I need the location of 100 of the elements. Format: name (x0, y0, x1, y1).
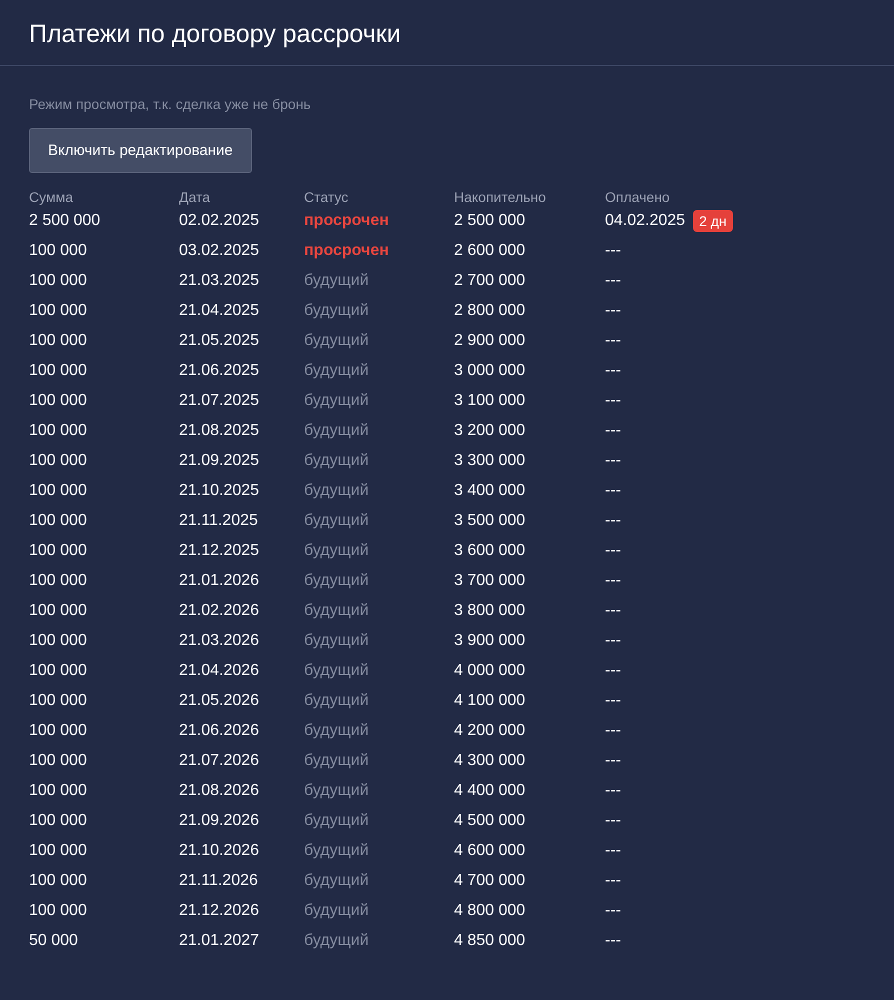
table-cell: --- (605, 362, 621, 380)
table-cell-text: 4 400 000 (454, 781, 526, 801)
table-cell-text: 21.11.2026 (179, 871, 258, 891)
table-cell: --- (605, 572, 621, 590)
status-cell-text: будущий (304, 511, 369, 531)
status-cell-text: будущий (304, 331, 369, 351)
table-cell-text: 100 000 (29, 331, 87, 351)
table-cell: --- (605, 242, 621, 260)
table-cell-text: 100 000 (29, 361, 87, 381)
table-cell-text: 100 000 (29, 631, 87, 651)
table-cell-text: 100 000 (29, 301, 87, 321)
table-cell-text: 21.12.2025 (179, 541, 260, 561)
table-cell-text: 3 400 000 (454, 481, 526, 501)
table-cell-text: 4 100 000 (454, 691, 526, 711)
table-cell-text: 21.02.2026 (179, 601, 260, 621)
view-mode-notice: Режим просмотра, т.к. сделка уже не бронь (29, 95, 312, 113)
status-cell-text: будущий (304, 811, 369, 831)
table-cell-text: 21.08.2025 (179, 421, 260, 441)
table-cell-text: 3 800 000 (454, 601, 526, 621)
column-header: Сумма (29, 188, 73, 206)
table-cell: --- (605, 302, 621, 320)
table-cell-text: 21.07.2026 (179, 751, 260, 771)
status-cell-text: будущий (304, 631, 369, 651)
table-cell-text: 21.09.2025 (179, 451, 260, 471)
dialog-title: Платежи по договору рассрочки (29, 19, 402, 50)
table-cell-text: 100 000 (29, 691, 87, 711)
table-cell-text: 2 900 000 (454, 331, 526, 351)
table-cell-text: 4 000 000 (454, 661, 526, 681)
table-cell-text: 100 000 (29, 421, 87, 441)
delay-badge: 2 дн (693, 210, 733, 232)
status-cell-text: будущий (304, 871, 369, 891)
table-cell-text: 03.02.2025 (179, 241, 260, 261)
status-cell-text: будущий (304, 601, 369, 621)
table-cell: --- (605, 782, 621, 800)
table-cell: --- (605, 842, 621, 860)
status-cell-text: будущий (304, 361, 369, 381)
table-cell-text: 21.11.2025 (179, 511, 258, 531)
table-cell-text: 21.03.2026 (179, 631, 260, 651)
table-cell-text: 100 000 (29, 391, 87, 411)
enable-editing-button[interactable]: Включить редактирование (29, 128, 252, 173)
column-header: Оплачено (605, 188, 670, 206)
status-cell-text: будущий (304, 301, 369, 321)
table-cell: --- (605, 872, 621, 890)
table-cell: --- (605, 932, 621, 950)
table-cell-text: 3 100 000 (454, 391, 526, 411)
table-cell-text: 21.09.2026 (179, 811, 260, 831)
status-cell-text: будущий (304, 931, 369, 951)
table-cell: 04.02.2025 (605, 212, 686, 230)
status-cell-text: просрочен (304, 211, 389, 231)
table-cell: --- (605, 662, 621, 680)
table-cell-text: 100 000 (29, 841, 87, 861)
table-cell: --- (605, 542, 621, 560)
status-cell-text: будущий (304, 841, 369, 861)
table-cell-text: 21.06.2025 (179, 361, 260, 381)
table-cell-text: 21.04.2025 (179, 301, 260, 321)
table-cell-text: 21.07.2025 (179, 391, 260, 411)
table-cell: --- (605, 692, 621, 710)
table-cell: --- (605, 812, 621, 830)
table-cell-text: 3 500 000 (454, 511, 526, 531)
table-cell-text: 21.10.2025 (179, 481, 260, 501)
status-cell-text: будущий (304, 721, 369, 741)
table-cell-text: 4 600 000 (454, 841, 526, 861)
table-cell-text: 100 000 (29, 241, 87, 261)
status-cell-text: будущий (304, 751, 369, 771)
table-cell-text: 21.04.2026 (179, 661, 260, 681)
table-cell: --- (605, 722, 621, 740)
table-cell-text: 21.06.2026 (179, 721, 260, 741)
table-cell-text: 3 700 000 (454, 571, 526, 591)
table-cell-text: 4 200 000 (454, 721, 526, 741)
table-cell: --- (605, 902, 621, 920)
table-cell: --- (605, 452, 621, 470)
table-cell-text: 3 900 000 (454, 631, 526, 651)
table-cell-text: 4 300 000 (454, 751, 526, 771)
status-cell-text: будущий (304, 391, 369, 411)
table-cell-text: 100 000 (29, 481, 87, 501)
table-cell-text: 100 000 (29, 451, 87, 471)
table-cell: --- (605, 482, 621, 500)
table-cell-text: 100 000 (29, 901, 87, 921)
status-cell-text: будущий (304, 661, 369, 681)
table-cell-text: 21.03.2025 (179, 271, 260, 291)
table-cell-text: 21.08.2026 (179, 781, 260, 801)
column-header: Статус (304, 188, 348, 206)
status-cell-text: просрочен (304, 241, 389, 261)
table-cell-text: 100 000 (29, 781, 87, 801)
table-cell-text: 100 000 (29, 601, 87, 621)
table-cell-text: 100 000 (29, 871, 87, 891)
status-cell-text: будущий (304, 901, 369, 921)
status-cell-text: будущий (304, 451, 369, 471)
table-cell-text: 4 850 000 (454, 931, 526, 951)
table-cell-text: 100 000 (29, 571, 87, 591)
table-cell-text: 3 300 000 (454, 451, 526, 471)
status-cell-text: будущий (304, 271, 369, 291)
table-cell-text: 2 500 000 (29, 211, 100, 231)
table-cell-text: 21.12.2026 (179, 901, 260, 921)
table-cell: --- (605, 752, 621, 770)
table-cell-text: 100 000 (29, 511, 87, 531)
table-cell-text: 4 700 000 (454, 871, 526, 891)
table-cell-text: 02.02.2025 (179, 211, 260, 231)
status-cell-text: будущий (304, 481, 369, 501)
status-cell-text: будущий (304, 781, 369, 801)
